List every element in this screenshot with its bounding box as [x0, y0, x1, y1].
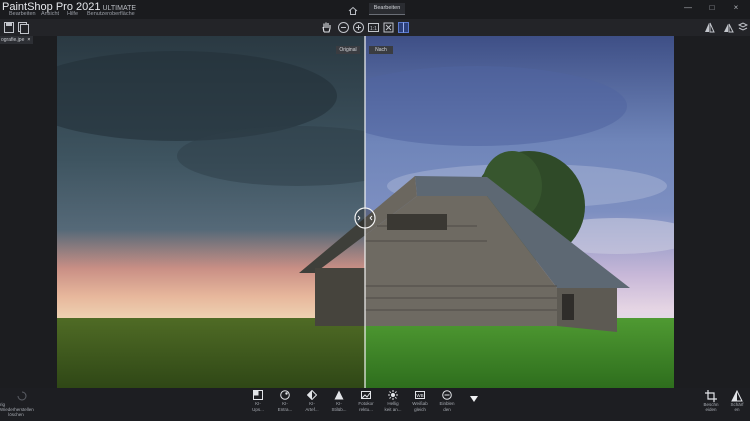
- fade-icon: [442, 390, 452, 400]
- tool-einblenden[interactable]: Einblen den: [436, 390, 458, 420]
- tool-label: Ups...: [252, 407, 264, 412]
- close-button[interactable]: ×: [730, 3, 742, 13]
- crop-button[interactable]: Beschn eiden: [700, 390, 722, 412]
- tool-label: KI-: [309, 401, 315, 406]
- actual-size-icon[interactable]: 1:1: [367, 21, 380, 34]
- tool-label: Hellig: [387, 401, 399, 406]
- tool-label: den: [443, 407, 451, 412]
- tool-label: Weißab: [412, 401, 428, 406]
- split-handle-icon[interactable]: [354, 207, 376, 229]
- image-canvas[interactable]: [57, 36, 674, 388]
- save-as-icon[interactable]: [17, 21, 30, 34]
- tool-label: Einblen: [439, 401, 455, 406]
- ki-artifact-icon: [307, 390, 317, 400]
- tool-ki-entrauschen[interactable]: KI- Entra...: [274, 390, 296, 420]
- menu-item-hilfe[interactable]: Hilfe: [67, 11, 78, 17]
- svg-text:WB: WB: [416, 393, 423, 398]
- tool-ki-artefakt[interactable]: KI- Artef...: [301, 390, 323, 420]
- ki-upsampling-icon: [253, 390, 263, 400]
- zoom-out-icon[interactable]: [337, 21, 350, 34]
- tool-label: Fotokor: [358, 401, 374, 406]
- sharpen-line2: en: [734, 407, 740, 412]
- tool-label: Stilüb...: [331, 407, 347, 412]
- menu-item-bearbeiten[interactable]: Bearbeiten: [9, 11, 36, 17]
- menu-item-benutzeroberflaeche[interactable]: Benutzeroberfläche: [87, 11, 135, 17]
- right-panel: [674, 36, 750, 388]
- tab-bearbeiten[interactable]: Bearbeiten: [369, 3, 405, 15]
- white-balance-icon: WB: [415, 391, 425, 399]
- home-icon[interactable]: [348, 3, 358, 15]
- document-tab[interactable]: ografie.jpe ×: [0, 36, 33, 44]
- tool-label: KI-: [255, 401, 261, 406]
- tool-label: KI-: [282, 401, 288, 406]
- ki-denoise-icon: [280, 390, 290, 400]
- restore-line2: löschen: [8, 412, 24, 417]
- restore-button[interactable]: rig Wiederherstellen löschen: [0, 390, 34, 417]
- sharpen-icon: [731, 390, 743, 402]
- sharpen-button[interactable]: Schärf en: [726, 390, 748, 412]
- crop-icon: [705, 390, 717, 402]
- tool-fotokorrektur[interactable]: Fotokor rektu...: [355, 390, 377, 420]
- zoom-in-icon[interactable]: [352, 21, 365, 34]
- layers-icon[interactable]: [737, 21, 750, 34]
- photo-preview: [57, 36, 674, 388]
- tool-label: rektu...: [359, 407, 373, 412]
- tool-weissabgleich[interactable]: WB Weißab gleich: [409, 390, 431, 420]
- brightness-icon: [388, 390, 398, 400]
- after-label: Nach: [369, 46, 393, 54]
- tool-label: Artef...: [305, 407, 319, 412]
- document-tab-label: ografie.jpe: [1, 37, 25, 43]
- title-bar: PaintShop Pro 2021 ULTIMATE Bearbeiten An…: [0, 0, 750, 19]
- compare-icon[interactable]: [722, 21, 735, 34]
- flip-icon[interactable]: [703, 21, 716, 34]
- ki-style-icon: [334, 390, 344, 400]
- tool-ki-stil[interactable]: KI- Stilüb...: [328, 390, 350, 420]
- left-panel: [0, 36, 57, 388]
- save-icon[interactable]: [3, 21, 16, 34]
- tool-label: gleich: [414, 407, 426, 412]
- split-view-icon[interactable]: [397, 21, 410, 34]
- minimize-button[interactable]: —: [682, 3, 694, 13]
- chevron-down-icon: [470, 396, 478, 402]
- hand-tool-icon[interactable]: [320, 21, 333, 34]
- tool-strip: rig Wiederherstellen löschen KI- Ups... …: [0, 388, 750, 421]
- tool-label: Entra...: [277, 407, 293, 412]
- tool-label: KI-: [336, 401, 342, 406]
- close-tab-icon[interactable]: ×: [27, 37, 30, 43]
- before-label: Original: [336, 46, 360, 54]
- svg-text:1:1: 1:1: [370, 26, 377, 32]
- photo-fix-icon: [361, 391, 371, 399]
- fit-icon[interactable]: [382, 21, 395, 34]
- maximize-button[interactable]: □: [706, 3, 718, 13]
- toolbar: 1:1: [0, 19, 750, 37]
- restore-icon: [17, 391, 27, 401]
- menu-item-ansicht[interactable]: Ansicht: [41, 11, 59, 17]
- more-tools-button[interactable]: [463, 390, 485, 420]
- crop-line2: eiden: [705, 407, 717, 412]
- tool-label: keit an...: [384, 407, 402, 412]
- tool-helligkeit[interactable]: Hellig keit an...: [382, 390, 404, 420]
- tool-ki-upsampling[interactable]: KI- Ups...: [247, 390, 269, 420]
